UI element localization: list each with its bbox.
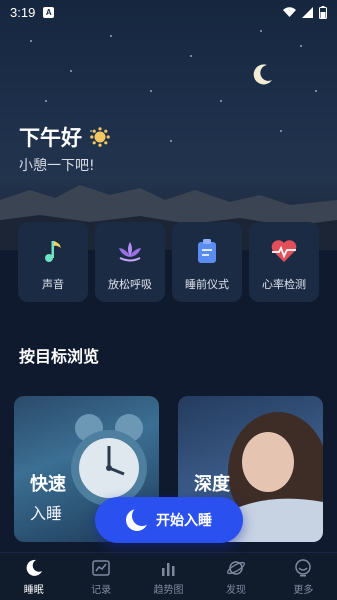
- goal-card-deep-title: 深度: [194, 474, 230, 495]
- quick-heart-label: 心率检测: [262, 278, 306, 291]
- signal-icon: [302, 6, 313, 18]
- quick-actions: 声音 放松呼吸 睡前仪式 心率检测: [18, 222, 319, 302]
- greeting: 下午好: [19, 122, 110, 152]
- tab-trend-label: 趋势图: [153, 584, 184, 596]
- start-sleep-button[interactable]: 开始入睡: [95, 497, 243, 543]
- greeting-subtitle: 小憩一下吧!: [19, 158, 95, 174]
- goal-card-fast-subtitle: 入睡: [30, 504, 63, 523]
- sun-icon: [90, 127, 110, 147]
- planet-icon: [226, 560, 245, 575]
- quick-heart[interactable]: 心率检测: [249, 222, 319, 302]
- tab-record[interactable]: 记录: [67, 553, 134, 600]
- more-icon: [295, 558, 312, 576]
- tab-more-label: 更多: [293, 584, 314, 596]
- notification-a-icon: A: [43, 6, 55, 18]
- music-note-icon: [45, 241, 61, 262]
- tab-sleep-label: 睡眠: [23, 584, 44, 596]
- quick-breath-label: 放松呼吸: [108, 278, 152, 291]
- bar-chart-icon: [161, 562, 175, 576]
- chart-record-icon: [92, 559, 110, 576]
- quick-sound[interactable]: 声音: [18, 222, 88, 302]
- lotus-icon: [119, 242, 141, 262]
- status-bar: 3:19 A: [0, 0, 337, 24]
- quick-ritual[interactable]: 睡前仪式: [172, 222, 242, 302]
- status-time: 3:19: [10, 4, 36, 20]
- crescent-moon-icon: [126, 506, 152, 531]
- battery-icon: [319, 5, 327, 19]
- tab-trend[interactable]: 趋势图: [135, 553, 202, 600]
- tab-discover[interactable]: 发现: [202, 553, 269, 600]
- section-title: 按目标浏览: [19, 347, 100, 366]
- tab-record-label: 记录: [91, 584, 112, 596]
- quick-sound-label: 声音: [42, 278, 64, 291]
- quick-breath[interactable]: 放松呼吸: [95, 222, 165, 302]
- clipboard-icon: [198, 239, 216, 263]
- heart-pulse-icon: [271, 240, 297, 262]
- start-sleep-label: 开始入睡: [156, 513, 212, 529]
- greeting-title: 下午好: [19, 126, 82, 150]
- moon-icon: [26, 559, 42, 576]
- tab-more[interactable]: 更多: [270, 553, 337, 600]
- wifi-icon: [283, 6, 296, 17]
- tab-discover-label: 发现: [225, 584, 246, 596]
- goal-card-fast-title: 快速: [30, 474, 66, 495]
- bottom-tab-bar: 睡眠 记录 趋势图 发现 更多: [0, 552, 337, 600]
- tab-sleep[interactable]: 睡眠: [0, 553, 67, 600]
- quick-ritual-label: 睡前仪式: [185, 278, 229, 291]
- moon-icon: [253, 64, 272, 85]
